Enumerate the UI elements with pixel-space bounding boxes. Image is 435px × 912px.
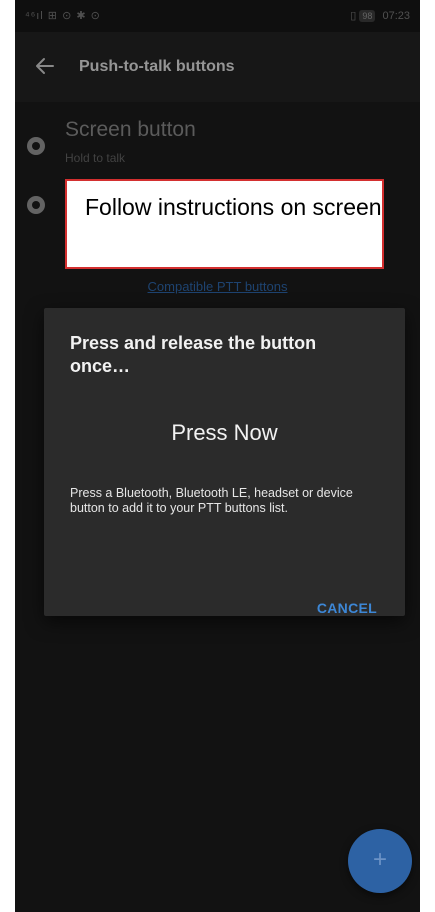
instruction-callout: Follow instructions on screen [65, 179, 384, 269]
mic-circle-icon [27, 137, 45, 155]
status-icons: ⁴⁶ıl ⊞ ⊙ ✱ ⊙ [25, 10, 101, 22]
vibrate-icon: ▯ [350, 10, 357, 22]
status-right: ▯ 98 07:23 [350, 9, 410, 22]
add-ptt-button-fab[interactable]: + [348, 829, 412, 893]
cancel-button[interactable]: CANCEL [317, 600, 377, 616]
status-bar: ⁴⁶ıl ⊞ ⊙ ✱ ⊙ ▯ 98 07:23 [15, 0, 420, 32]
page-title: Push-to-talk buttons [79, 58, 235, 75]
app-bar: Push-to-talk buttons [15, 32, 420, 102]
waveform-circle-icon [27, 196, 45, 214]
add-button-dialog: Press and release the button once… Press… [44, 308, 405, 616]
app-screen: ⁴⁶ıl ⊞ ⊙ ✱ ⊙ ▯ 98 07:23 Push-to-talk but… [15, 0, 420, 912]
row-title: Screen button [65, 118, 196, 141]
dialog-title: Press and release the button once… [70, 333, 317, 376]
arrow-left-icon[interactable] [33, 54, 57, 78]
press-now-label: Press Now [171, 420, 278, 445]
row-subtitle: Hold to talk [65, 151, 126, 165]
plus-icon: + [372, 846, 387, 873]
compatible-ptt-buttons-link[interactable]: Compatible PTT buttons [15, 279, 420, 294]
battery-indicator: 98 [359, 10, 376, 22]
clock: 07:23 [382, 10, 410, 22]
dialog-body: Press a Bluetooth, Bluetooth LE, headset… [70, 486, 353, 515]
